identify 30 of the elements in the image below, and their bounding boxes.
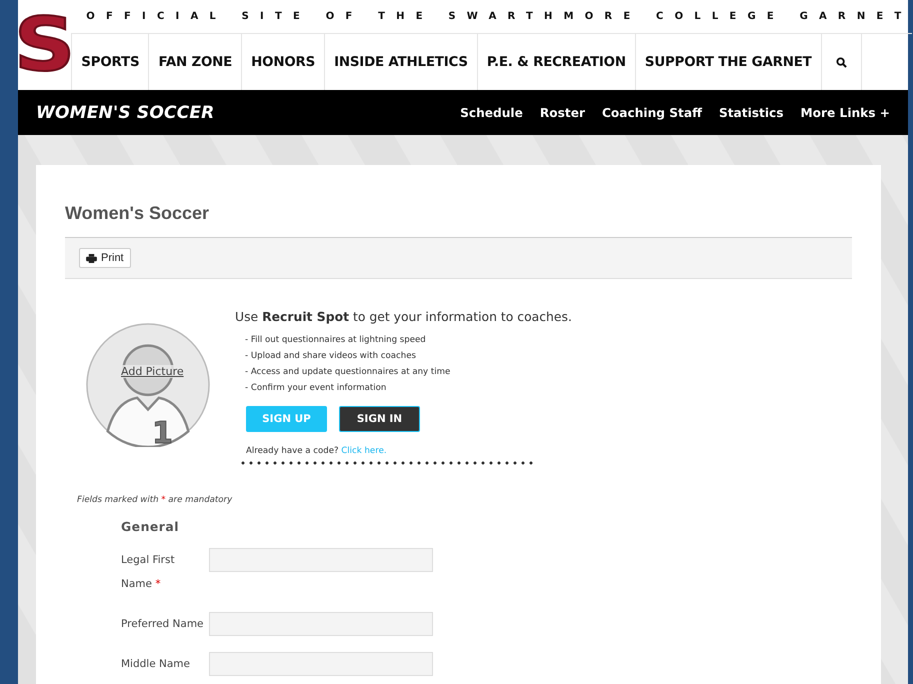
recruit-headline: Use Recruit Spot to get your information to coaches.	[235, 309, 572, 324]
sport-nav-link[interactable]: Statistics	[718, 106, 784, 120]
page-title: Women's Soccer	[65, 203, 210, 224]
search-icon	[836, 56, 847, 68]
feature-item: - Upload and share videos with coaches	[244, 350, 417, 363]
sport-nav-link[interactable]: Coaching Staff	[602, 106, 702, 120]
player-silhouette-icon	[86, 323, 210, 447]
feature-item: - Fill out questionnaires at lightning speed	[244, 334, 427, 347]
mandatory-note: Fields marked with * are mandatory	[77, 495, 234, 505]
print-button[interactable]: Print	[79, 248, 131, 268]
jersey-number: 1	[152, 419, 173, 449]
field-label: Middle Name	[121, 657, 191, 672]
input-field[interactable]	[209, 612, 433, 636]
printer-icon	[86, 254, 97, 262]
sport-nav-link[interactable]: Roster	[540, 106, 585, 120]
code-prompt: Already have a code? Click here.	[246, 446, 388, 456]
sign-in-button[interactable]: SIGN IN	[339, 406, 420, 432]
input-field[interactable]	[209, 652, 433, 676]
site-tagline: OFFICIAL SITE OF THE SWARTHMORE COLLEGE GARNET	[71, 0, 912, 34]
feature-item: - Access and update questionnaires at any time	[244, 366, 452, 379]
sport-nav-link[interactable]: Schedule	[460, 106, 523, 120]
add-picture-link[interactable]: Add Picture	[121, 365, 184, 378]
field-label: Preferred Name	[121, 617, 205, 632]
input-field[interactable]	[209, 548, 433, 572]
sport-title[interactable]: WOMEN'S SOCCER	[36, 102, 214, 122]
section-heading: General	[121, 519, 180, 534]
sport-nav-link[interactable]: More Links +	[800, 106, 890, 120]
field-label: Legal First Name *	[121, 553, 176, 592]
avatar-placeholder[interactable]: 1 Add Picture	[86, 323, 212, 449]
feature-item: - Confirm your event information	[244, 382, 388, 395]
